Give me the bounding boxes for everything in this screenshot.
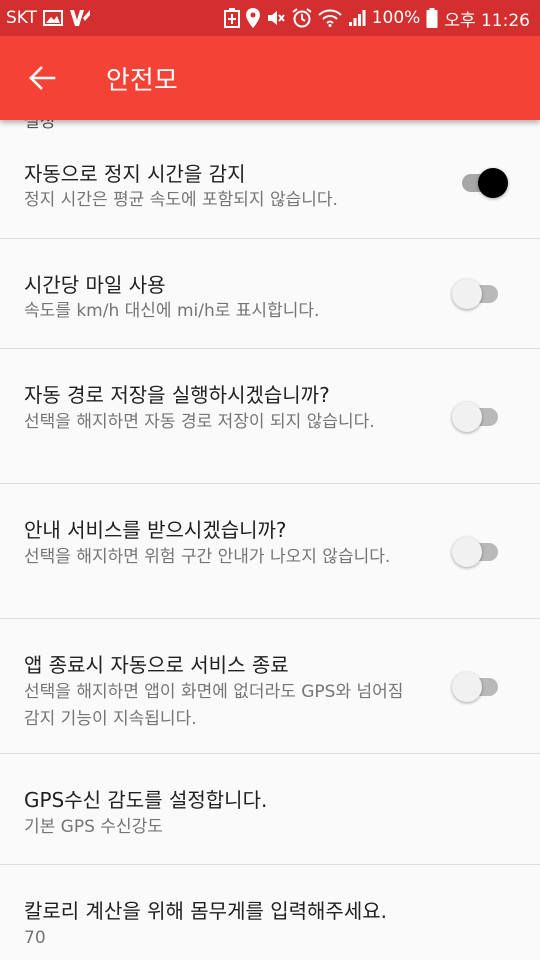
status-bar-left: SKT [6, 8, 91, 28]
app-bar: 안전모 [0, 36, 540, 120]
wifi-icon [317, 9, 342, 27]
toggle-guide-service[interactable] [452, 532, 512, 572]
battery-saver-icon [223, 8, 240, 28]
page-title: 안전모 [106, 65, 178, 96]
battery-icon [426, 8, 438, 28]
setting-title: 안내 서비스를 받으시겠습니까? [24, 518, 287, 542]
setting-title: 앱 종료시 자동으로 서비스 종료 [24, 653, 289, 677]
setting-row-guide-service[interactable]: 안내 서비스를 받으시겠습니까? 선택을 해지하면 위험 구간 안내가 나오지 … [0, 484, 540, 619]
back-button[interactable] [0, 36, 84, 120]
setting-summary: 선택을 해지하면 앱이 화면에 없더라도 GPS와 넘어짐 감지 기능이 지속됩… [24, 682, 404, 729]
status-bar: SKT 100% 오후 11:26 [0, 0, 540, 36]
status-bar-right: 100% 오후 11:26 [223, 6, 530, 31]
battery-percent: 100% [371, 8, 421, 28]
toggle-use-miles[interactable] [452, 274, 512, 314]
signal-icon [348, 9, 366, 27]
toggle-stop-on-exit[interactable] [452, 667, 512, 707]
setting-row-body-weight[interactable]: 칼로리 계산을 위해 몸무게를 입력해주세요. 70 [0, 865, 540, 960]
alarm-icon [292, 8, 312, 28]
settings-list[interactable]: 설정 자동으로 정지 시간을 감지 정지 시간은 평균 속도에 포함되지 않습니… [0, 120, 540, 960]
setting-title: 자동으로 정지 시간을 감지 [24, 162, 246, 186]
setting-title: 자동 경로 저장을 실행하시겠습니까? [24, 383, 330, 407]
setting-row-stop-on-exit[interactable]: 앱 종료시 자동으로 서비스 종료 선택을 해지하면 앱이 화면에 없더라도 G… [0, 619, 540, 754]
setting-title: 칼로리 계산을 위해 몸무게를 입력해주세요. [24, 899, 387, 923]
toggle-auto-route-save[interactable] [452, 397, 512, 437]
setting-row-auto-stop[interactable]: 자동으로 정지 시간을 감지 정지 시간은 평균 속도에 포함되지 않습니다. [0, 120, 540, 239]
setting-summary: 정지 시간은 평균 속도에 포함되지 않습니다. [24, 190, 338, 210]
setting-row-gps-sensitivity[interactable]: GPS수신 감도를 설정합니다. 기본 GPS 수신강도 [0, 754, 540, 865]
clock: 오후 11:26 [444, 10, 530, 31]
carrier-label: SKT [6, 8, 38, 28]
setting-title: 시간당 마일 사용 [24, 273, 166, 297]
arrow-left-icon [28, 64, 56, 92]
mute-icon [266, 9, 286, 27]
setting-row-auto-route-save[interactable]: 자동 경로 저장을 실행하시겠습니까? 선택을 해지하면 자동 경로 저장이 되… [0, 349, 540, 484]
setting-row-use-miles[interactable]: 시간당 마일 사용 속도를 km/h 대신에 mi/h로 표시합니다. [0, 239, 540, 349]
toggle-auto-stop[interactable] [452, 163, 512, 203]
setting-summary: 선택을 해지하면 위험 구간 안내가 나오지 않습니다. [24, 547, 391, 567]
gallery-icon [43, 10, 64, 26]
location-icon [245, 8, 260, 28]
setting-summary: 70 [24, 928, 46, 948]
v-app-icon [69, 9, 91, 27]
setting-title: GPS수신 감도를 설정합니다. [24, 788, 268, 812]
setting-summary: 기본 GPS 수신강도 [24, 817, 163, 837]
setting-summary: 속도를 km/h 대신에 mi/h로 표시합니다. [24, 301, 320, 321]
setting-summary: 선택을 해지하면 자동 경로 저장이 되지 않습니다. [24, 412, 375, 432]
